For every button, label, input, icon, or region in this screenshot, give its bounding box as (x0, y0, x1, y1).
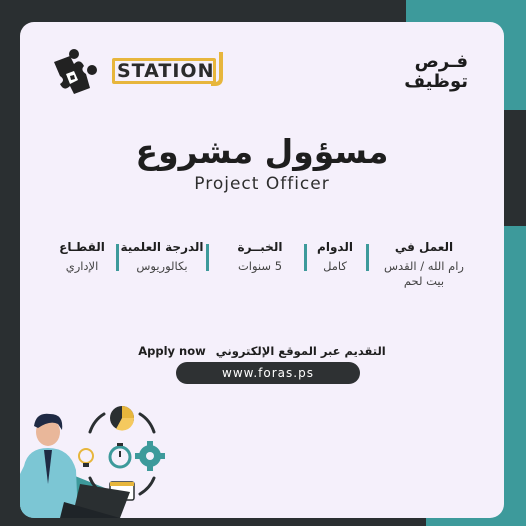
stopwatch-icon (108, 443, 132, 469)
detail-label: الخبــرة (237, 240, 283, 254)
lightbulb-icon (78, 448, 94, 467)
pie-chart-icon (110, 406, 135, 431)
detail-value: كامل (323, 259, 347, 273)
detail-label: الدوام (317, 240, 353, 254)
station-logo-text: STATION (117, 60, 215, 82)
puzzle-logo-icon (54, 49, 97, 94)
detail-label: الدرجة العلمية (120, 240, 204, 254)
detail-label: القطـاع (59, 240, 105, 254)
apply-now-english: Apply now (138, 344, 206, 358)
detail-experience: الخبــرة 5 سنوات (220, 240, 300, 300)
detail-value: رام الله / القدس بيت لحم (384, 259, 464, 288)
workflow-illustration: </> (20, 406, 165, 518)
detail-separator (304, 244, 307, 271)
detail-sector: القطـاع الإداري (52, 240, 112, 300)
job-card: STATION فـرص توظيف مسؤول مشروع Project O… (20, 22, 504, 518)
detail-separator (366, 244, 369, 271)
j-letter-icon (211, 52, 223, 86)
detail-value: بكالوريوس (136, 259, 188, 273)
foras-logo: فـرص توظيف (404, 52, 468, 92)
job-title-english: Project Officer (194, 174, 330, 194)
detail-separator (116, 244, 119, 271)
foras-logo-line2: توظيف (404, 71, 468, 92)
gear-icon (135, 441, 165, 471)
detail-value: 5 سنوات (237, 259, 283, 273)
apply-line: Apply now التقديم عبر الموقع الإلكتروني (20, 344, 504, 358)
detail-label: العمل في (394, 240, 454, 254)
job-title-arabic: مسؤول مشروع (135, 132, 389, 171)
detail-separator (206, 244, 209, 271)
apply-online-arabic: التقديم عبر الموقع الإلكتروني (215, 344, 386, 358)
station-j-logo: STATION (112, 52, 224, 94)
foras-logo-line1: فـرص (414, 51, 468, 72)
detail-degree: الدرجة العلمية بكالوريوس (120, 240, 204, 300)
detail-value: الإداري (65, 259, 99, 273)
detail-location: العمل في رام الله / القدس بيت لحم (376, 240, 472, 300)
detail-schedule: الدوام كامل (308, 240, 362, 300)
